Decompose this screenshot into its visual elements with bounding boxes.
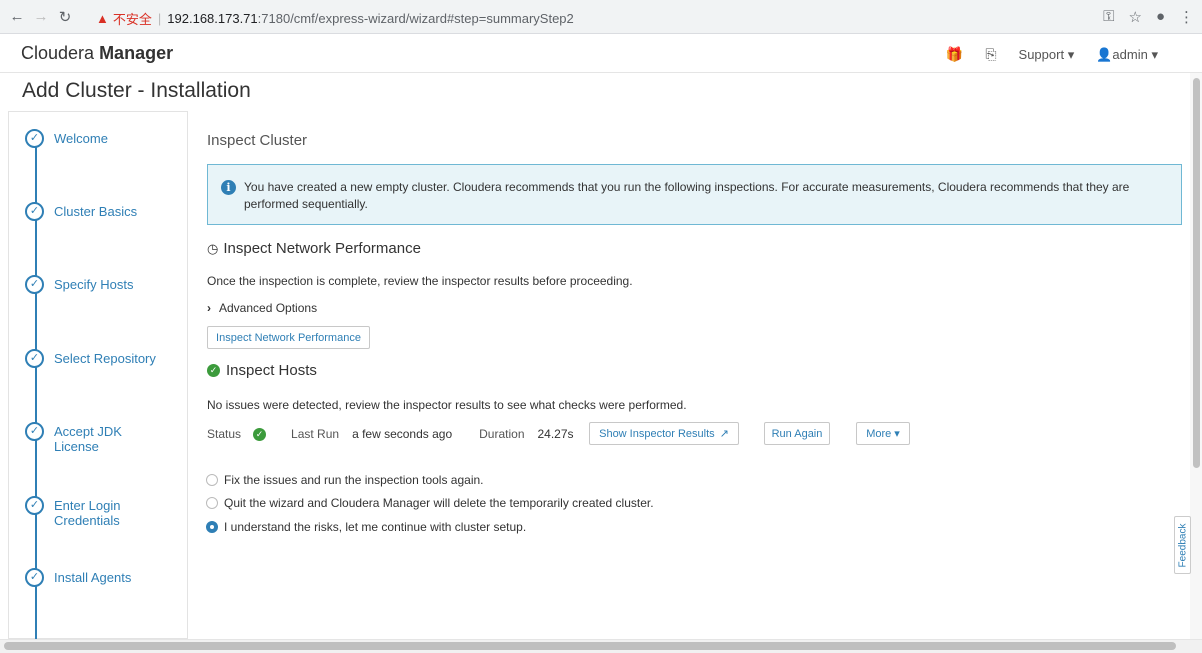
check-icon: ✓ xyxy=(25,568,44,587)
wizard-steps: ✓ Welcome ✓ Cluster Basics ✓ Specify Hos… xyxy=(8,111,188,650)
hosts-title: Inspect Hosts xyxy=(226,362,317,379)
step-install-agents[interactable]: ✓ Install Agents xyxy=(25,568,164,587)
step-welcome[interactable]: ✓ Welcome xyxy=(25,129,164,148)
more-label: More xyxy=(866,427,892,440)
duration-label: Duration xyxy=(479,427,525,441)
clock-icon: ◷ xyxy=(207,240,219,256)
address-bar[interactable]: ▲ 不安全 | 192.168.173.71 :7180/cmf/express… xyxy=(96,9,574,28)
section-title: Inspect Cluster xyxy=(207,132,308,149)
address-separator: | xyxy=(157,11,162,26)
check-icon: ✓ xyxy=(25,275,44,294)
warning-icon: ▲ xyxy=(96,11,109,26)
advanced-options-toggle[interactable]: › Advanced Options xyxy=(207,301,317,315)
user-label: admin xyxy=(1112,46,1148,62)
brand-light: Cloudera xyxy=(21,43,95,63)
bookmark-star-icon[interactable]: ☆ xyxy=(1128,8,1141,26)
network-title: Inspect Network Performance xyxy=(223,240,421,257)
step-label: Select Repository xyxy=(54,351,156,366)
run-again-button[interactable]: Run Again xyxy=(764,422,830,445)
brand-logo[interactable]: Cloudera Manager xyxy=(21,43,173,64)
option-fix-issues[interactable]: Fix the issues and run the inspection to… xyxy=(206,473,484,487)
info-icon: i xyxy=(221,180,236,195)
forward-icon[interactable]: → xyxy=(30,8,52,25)
last-run-label: Last Run xyxy=(291,427,340,441)
show-inspector-results-button[interactable]: Show Inspector Results ↗ xyxy=(589,422,739,445)
info-alert: i You have created a new empty cluster. … xyxy=(207,164,1182,225)
feedback-label: Feedback xyxy=(1177,523,1189,567)
option-quit-wizard[interactable]: Quit the wizard and Cloudera Manager wil… xyxy=(206,496,654,510)
step-label: Install Agents xyxy=(54,570,132,585)
network-description: Once the inspection is complete, review … xyxy=(207,274,633,288)
tasks-icon[interactable]: ⎘ xyxy=(985,46,996,63)
duration-value: 24.27s xyxy=(537,427,574,441)
option-continue-setup[interactable]: I understand the risks, let me continue … xyxy=(206,520,526,534)
hosts-heading: ✓ Inspect Hosts xyxy=(207,362,317,379)
check-icon: ✓ xyxy=(25,422,44,441)
page-title: Add Cluster - Installation xyxy=(22,79,251,102)
step-accept-jdk-license[interactable]: ✓ Accept JDK License xyxy=(25,422,164,454)
url-path: :7180/cmf/express-wizard/wizard#step=sum… xyxy=(257,11,574,26)
gift-icon[interactable]: 🎁 xyxy=(946,46,963,63)
external-link-icon: ↗ xyxy=(719,428,729,440)
step-label: Cluster Basics xyxy=(54,204,138,219)
key-icon[interactable]: ⚿ xyxy=(1103,8,1114,26)
step-label: Specify Hosts xyxy=(54,277,134,292)
check-icon: ✓ xyxy=(25,202,44,221)
check-circle-icon: ✓ xyxy=(207,364,220,377)
show-results-label: Show Inspector Results xyxy=(599,427,715,440)
option-label: Quit the wizard and Cloudera Manager wil… xyxy=(224,496,654,510)
step-label: Welcome xyxy=(54,131,108,146)
step-select-repository[interactable]: ✓ Select Repository xyxy=(25,349,164,368)
last-run-value: a few seconds ago xyxy=(352,427,453,441)
reload-icon[interactable]: ↻ xyxy=(54,8,76,26)
app-header: Cloudera Manager 🎁 ⎘ Support ▾ 👤admin ▾ xyxy=(0,34,1202,73)
inspect-network-button[interactable]: Inspect Network Performance xyxy=(207,326,370,349)
step-label: Accept JDK License xyxy=(54,424,122,454)
user-icon: 👤 xyxy=(1096,46,1113,62)
hosts-status-row: Status ✓ Last Run a few seconds ago Dura… xyxy=(207,427,574,441)
user-menu[interactable]: 👤admin ▾ xyxy=(1096,47,1158,63)
browser-toolbar: ← → ↻ ▲ 不安全 | 192.168.173.71 :7180/cmf/e… xyxy=(0,0,1202,34)
step-label: Enter Login Credentials xyxy=(54,498,121,528)
check-icon: ✓ xyxy=(25,496,44,515)
step-specify-hosts[interactable]: ✓ Specify Hosts xyxy=(25,275,164,294)
network-heading: ◷ Inspect Network Performance xyxy=(207,240,421,257)
radio-button[interactable] xyxy=(206,474,218,486)
support-label: Support xyxy=(1018,46,1065,62)
step-cluster-basics[interactable]: ✓ Cluster Basics xyxy=(25,202,164,221)
radio-button[interactable] xyxy=(206,497,218,509)
caret-down-icon: ▾ xyxy=(894,428,900,440)
browser-menu-icon[interactable]: ⋮ xyxy=(1179,8,1194,26)
more-dropdown-button[interactable]: More ▾ xyxy=(856,422,910,445)
caret-down-icon: ▾ xyxy=(1151,46,1158,62)
chevron-right-icon: › xyxy=(207,301,211,315)
horizontal-scroll-thumb[interactable] xyxy=(4,642,1176,650)
brand-bold: Manager xyxy=(99,43,174,63)
url-host: 192.168.173.71 xyxy=(167,11,258,26)
status-label: Status xyxy=(207,427,242,441)
caret-down-icon: ▾ xyxy=(1067,46,1075,62)
check-icon: ✓ xyxy=(25,349,44,368)
vertical-scroll-thumb[interactable] xyxy=(1193,78,1200,468)
option-label: I understand the risks, let me continue … xyxy=(224,520,527,534)
profile-icon[interactable]: ● xyxy=(1156,8,1165,26)
main-content: Inspect Cluster i You have created a new… xyxy=(188,111,1190,639)
check-icon: ✓ xyxy=(25,129,44,148)
step-enter-login-credentials[interactable]: ✓ Enter Login Credentials xyxy=(25,496,124,528)
advanced-options-label: Advanced Options xyxy=(219,301,318,315)
feedback-tab[interactable]: Feedback xyxy=(1174,516,1191,574)
hosts-description: No issues were detected, review the insp… xyxy=(207,398,687,412)
back-icon[interactable]: ← xyxy=(6,8,28,25)
option-label: Fix the issues and run the inspection to… xyxy=(224,473,484,487)
security-label: 不安全 xyxy=(112,12,152,27)
status-ok-icon: ✓ xyxy=(253,427,267,441)
info-text: You have created a new empty cluster. Cl… xyxy=(244,180,1130,211)
radio-button-selected[interactable] xyxy=(206,521,218,533)
support-menu[interactable]: Support ▾ xyxy=(1019,47,1075,63)
